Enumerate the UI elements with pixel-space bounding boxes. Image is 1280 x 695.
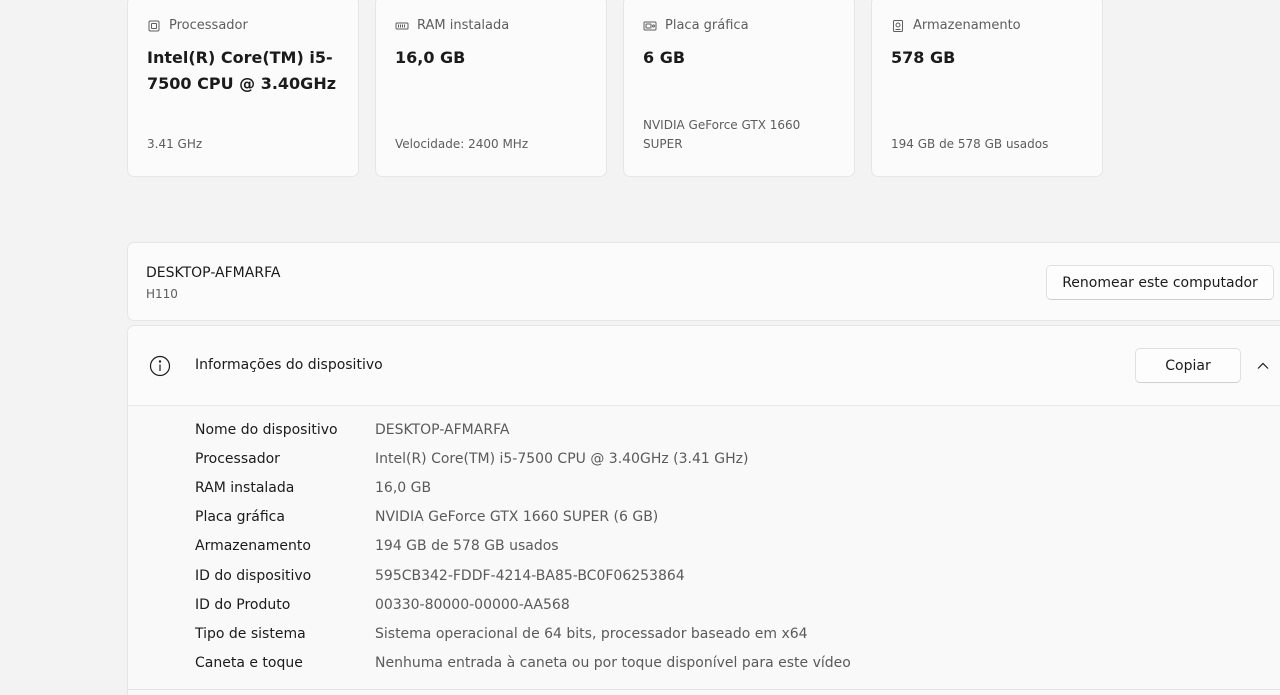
- spec-key: Placa gráfica: [195, 509, 285, 526]
- card-label: Placa gráfica: [665, 18, 749, 33]
- card-sub: Velocidade: 2400 MHz: [395, 137, 529, 151]
- device-spec-list: Nome do dispositivo DESKTOP-AFMARFA Proc…: [195, 415, 851, 678]
- spec-value: Nenhuma entrada à caneta ou por toque di…: [375, 655, 851, 672]
- spec-row: RAM instalada 16,0 GB: [195, 473, 851, 502]
- card-storage: Armazenamento 578 GB 194 GB de 578 GB us…: [871, 0, 1103, 177]
- spec-cards: Processador Intel(R) Core(TM) i5-7500 CP…: [127, 0, 1103, 177]
- card-value: 6 GB: [643, 48, 686, 67]
- device-info-panel: Informações do dispositivo Copiar Nome d…: [127, 325, 1280, 695]
- card-value: 578 GB: [891, 48, 956, 67]
- spec-value: 595CB342-FDDF-4214-BA85-BC0F06253864: [375, 567, 685, 584]
- spec-value: 16,0 GB: [375, 479, 432, 496]
- spec-key: Processador: [195, 450, 280, 467]
- device-info-header[interactable]: Informações do dispositivo Copiar: [128, 326, 1280, 406]
- spec-row: Caneta e toque Nenhuma entrada à caneta …: [195, 649, 851, 678]
- panel-divider: [127, 689, 1280, 690]
- card-graphics: Placa gráfica 6 GB NVIDIA GeForce GTX 16…: [623, 0, 855, 177]
- card-sub: NVIDIA GeForce GTX 1660 SUPER: [643, 118, 801, 151]
- spec-key: Tipo de sistema: [195, 625, 306, 642]
- spec-key: ID do Produto: [195, 596, 291, 613]
- spec-value: Sistema operacional de 64 bits, processa…: [375, 625, 808, 642]
- storage-icon: [891, 19, 905, 33]
- spec-row: Armazenamento 194 GB de 578 GB usados: [195, 532, 851, 561]
- device-model: H110: [146, 287, 178, 301]
- device-name: DESKTOP-AFMARFA: [146, 265, 281, 281]
- rename-computer-button[interactable]: Renomear este computador: [1046, 265, 1274, 300]
- chevron-up-icon[interactable]: [1255, 358, 1271, 374]
- spec-key: RAM instalada: [195, 479, 295, 496]
- card-label: Armazenamento: [913, 18, 1021, 33]
- card-sub: 194 GB de 578 GB usados: [891, 137, 1049, 151]
- about-page: Processador Intel(R) Core(TM) i5-7500 CP…: [0, 0, 1280, 695]
- card-sub: 3.41 GHz: [147, 137, 203, 151]
- spec-value: DESKTOP-AFMARFA: [375, 421, 510, 438]
- spec-row: Processador Intel(R) Core(TM) i5-7500 CP…: [195, 444, 851, 473]
- spec-value: NVIDIA GeForce GTX 1660 SUPER (6 GB): [375, 509, 659, 526]
- spec-value: 00330-80000-00000-AA568: [375, 596, 570, 613]
- spec-row: ID do Produto 00330-80000-00000-AA568: [195, 590, 851, 619]
- spec-value: 194 GB de 578 GB usados: [375, 538, 559, 555]
- device-info-title: Informações do dispositivo: [195, 357, 383, 373]
- ram-icon: [395, 19, 409, 33]
- spec-key: Armazenamento: [195, 538, 311, 555]
- spec-key: Nome do dispositivo: [195, 421, 338, 438]
- spec-key: ID do dispositivo: [195, 567, 312, 584]
- spec-value: Intel(R) Core(TM) i5-7500 CPU @ 3.40GHz …: [375, 450, 749, 467]
- spec-row: ID do dispositivo 595CB342-FDDF-4214-BA8…: [195, 561, 851, 590]
- spec-row: Tipo de sistema Sistema operacional de 6…: [195, 619, 851, 648]
- card-value: Intel(R) Core(TM) i5-7500 CPU @ 3.40GHz: [147, 48, 337, 93]
- processor-icon: [147, 19, 161, 33]
- card-value: 16,0 GB: [395, 48, 466, 67]
- device-name-panel: DESKTOP-AFMARFA H110 Renomear este compu…: [127, 242, 1280, 321]
- card-label: Processador: [169, 18, 248, 33]
- spec-key: Caneta e toque: [195, 655, 303, 672]
- graphics-card-icon: [643, 19, 657, 33]
- card-processor: Processador Intel(R) Core(TM) i5-7500 CP…: [127, 0, 359, 177]
- spec-row: Nome do dispositivo DESKTOP-AFMARFA: [195, 415, 851, 444]
- info-icon: [149, 355, 171, 377]
- spec-row: Placa gráfica NVIDIA GeForce GTX 1660 SU…: [195, 503, 851, 532]
- card-ram: RAM instalada 16,0 GB Velocidade: 2400 M…: [375, 0, 607, 177]
- copy-button[interactable]: Copiar: [1135, 348, 1241, 383]
- card-label: RAM instalada: [417, 18, 510, 33]
